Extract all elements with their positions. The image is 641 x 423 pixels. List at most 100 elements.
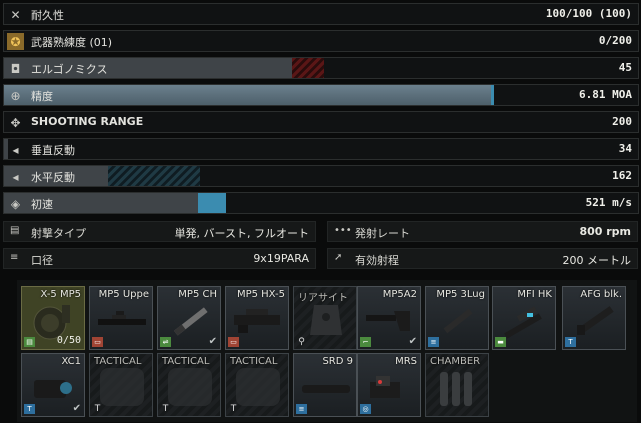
slot-type-icon: ⌐ — [360, 337, 371, 347]
ammo-count: 0/50 — [56, 335, 81, 346]
foregrip-icon — [577, 306, 614, 335]
slot-name: CHAMBER — [430, 356, 481, 367]
slot-name: MRS — [395, 356, 417, 367]
info-label: 発射レート — [355, 227, 410, 240]
mod-slot[interactable]: TACTICAL T ═ — [89, 353, 153, 417]
stat-muzzle-velocity: ◈ 初速 521 m/s — [3, 192, 639, 214]
stat-value: 100/100 (100) — [545, 7, 632, 20]
rear-sight-icon — [310, 305, 342, 335]
mod-slots-grid: X-5 MP5 ▤ 0/50 MP5 Uppe ▭ MP5 CH ⇌ ✔ MP5 HX-5 ▭ リア… — [17, 280, 637, 422]
stat-label: 水平反動 — [31, 171, 75, 184]
stat-shooting-range: ✥ SHOOTING RANGE 200 — [3, 111, 639, 133]
range-icon: ➚ — [334, 252, 343, 263]
slot-name: MP5 3Lug — [436, 289, 485, 300]
mod-slot[interactable]: TACTICAL T ═ — [225, 353, 289, 417]
mod-slot[interactable]: TACTICAL T ═ — [157, 353, 221, 417]
slot-name: TACTICAL — [230, 356, 278, 367]
slot-name: MP5 CH — [178, 289, 217, 300]
slot-type-icon: ▭ — [92, 337, 103, 347]
slot-type-icon: ⇌ — [160, 337, 171, 347]
slot-name: TACTICAL — [94, 356, 142, 367]
stat-label: 耐久性 — [31, 9, 64, 22]
slot-type-icon: T ═ — [230, 404, 237, 416]
stat-accuracy: ⊕ 精度 6.81 MOA — [3, 84, 639, 106]
mod-slot[interactable]: AFG blk. T — [562, 286, 626, 350]
ergonomics-icon: ◘ — [10, 61, 21, 76]
info-label: 有効射程 — [355, 254, 399, 267]
slot-name: MP5A2 — [382, 289, 417, 300]
stat-ergonomics: ◘ エルゴノミクス 45 — [3, 57, 639, 79]
slot-name: リアサイト — [298, 293, 348, 304]
charging-handle-icon — [173, 307, 208, 336]
flashlight-icon — [34, 380, 72, 398]
chamber-icon — [440, 372, 472, 406]
suppressor-icon — [302, 385, 350, 393]
mod-slot[interactable]: SRD 9 ≡ — [293, 353, 357, 417]
stat-label: 武器熟練度 (01) — [31, 36, 113, 49]
info-value: 200 メートル — [562, 254, 632, 267]
slot-name: MP5 Uppe — [98, 289, 149, 300]
mod-slot[interactable]: MP5 3Lug ≡ — [425, 286, 489, 350]
info-fire-rate: ••• 発射レート 800 rpm — [327, 221, 638, 242]
info-value: 800 rpm — [579, 225, 631, 238]
mod-slot[interactable]: MP5A2 ⌐ ✔ — [357, 286, 421, 350]
mod-slot[interactable]: MP5 HX-5 ▭ — [225, 286, 289, 350]
slot-type-icon: T — [565, 337, 576, 347]
horizontal-recoil-icon: ◂ — [12, 169, 19, 184]
slot-type-icon: ⚲ — [298, 337, 305, 347]
stat-label: 垂直反動 — [31, 144, 75, 157]
check-icon: ✔ — [72, 403, 81, 414]
barrel-adapter-icon — [443, 308, 473, 334]
stat-value: 0/200 — [598, 34, 632, 47]
slot-name: AFG blk. — [580, 289, 622, 300]
slot-name: XC1 — [61, 356, 81, 367]
upper-receiver-icon — [98, 311, 146, 325]
info-label: 口径 — [31, 254, 53, 267]
stat-durability: ✕ 耐久性 100/100 (100) — [3, 3, 639, 25]
scope-mount-icon — [504, 306, 542, 339]
velocity-icon: ◈ — [10, 196, 21, 211]
medal-icon: ✪ — [7, 33, 24, 50]
slot-type-icon: ≡ — [296, 404, 307, 414]
slot-type-icon: ▭ — [228, 337, 239, 347]
stat-horizontal-recoil: ◂ 水平反動 162 — [3, 165, 639, 187]
tactical-slot-icon — [168, 368, 212, 406]
crosshair-icon: ⊕ — [10, 88, 21, 103]
stat-label: 初速 — [31, 198, 53, 211]
slot-type-icon: ◎ — [360, 404, 371, 414]
vertical-recoil-icon: ◂ — [12, 142, 19, 157]
slot-name: SRD 9 — [322, 356, 353, 367]
mod-slot[interactable]: MP5 Uppe ▭ — [89, 286, 153, 350]
handguard-icon — [234, 309, 280, 333]
caliber-icon: ≡ — [10, 252, 19, 263]
slot-type-icon: ≡ — [428, 337, 439, 347]
stat-value: 6.81 MOA — [579, 88, 632, 101]
stat-vertical-recoil: ◂ 垂直反動 34 — [3, 138, 639, 160]
fire-rate-icon: ••• — [334, 225, 352, 236]
mod-slot[interactable]: MFI HK ▬ — [492, 286, 556, 350]
slot-name: MP5 HX-5 — [236, 289, 285, 300]
mod-slot[interactable]: XC1 T ✔ — [21, 353, 85, 417]
check-icon: ✔ — [408, 336, 417, 347]
stat-value: 34 — [618, 142, 632, 155]
slot-type-icon: T — [24, 404, 35, 414]
stock-icon — [366, 311, 410, 331]
tactical-slot-icon — [100, 368, 144, 406]
stat-value: 200 — [612, 115, 632, 128]
mod-slot[interactable]: X-5 MP5 ▤ 0/50 — [21, 286, 85, 350]
fire-type-icon: ▤ — [10, 225, 20, 236]
tactical-slot-icon — [236, 368, 280, 406]
mod-slot[interactable]: リアサイト ⚲ — [293, 286, 357, 350]
slot-type-icon: T ═ — [94, 404, 101, 416]
mod-slot[interactable]: MP5 CH ⇌ ✔ — [157, 286, 221, 350]
info-caliber: ≡ 口径 9x19PARA — [3, 248, 316, 269]
info-fire-type: ▤ 射撃タイプ 単発, バースト, フルオート — [3, 221, 316, 242]
stat-value: 162 — [612, 169, 632, 182]
reflex-sight-icon — [370, 376, 400, 398]
mod-slot[interactable]: CHAMBER — [425, 353, 489, 417]
mod-slot[interactable]: MRS ◎ — [357, 353, 421, 417]
info-effective-range: ➚ 有効射程 200 メートル — [327, 248, 638, 269]
slot-type-icon: T ═ — [162, 404, 169, 416]
stat-label: 精度 — [31, 90, 53, 103]
info-value: 9x19PARA — [253, 252, 309, 265]
